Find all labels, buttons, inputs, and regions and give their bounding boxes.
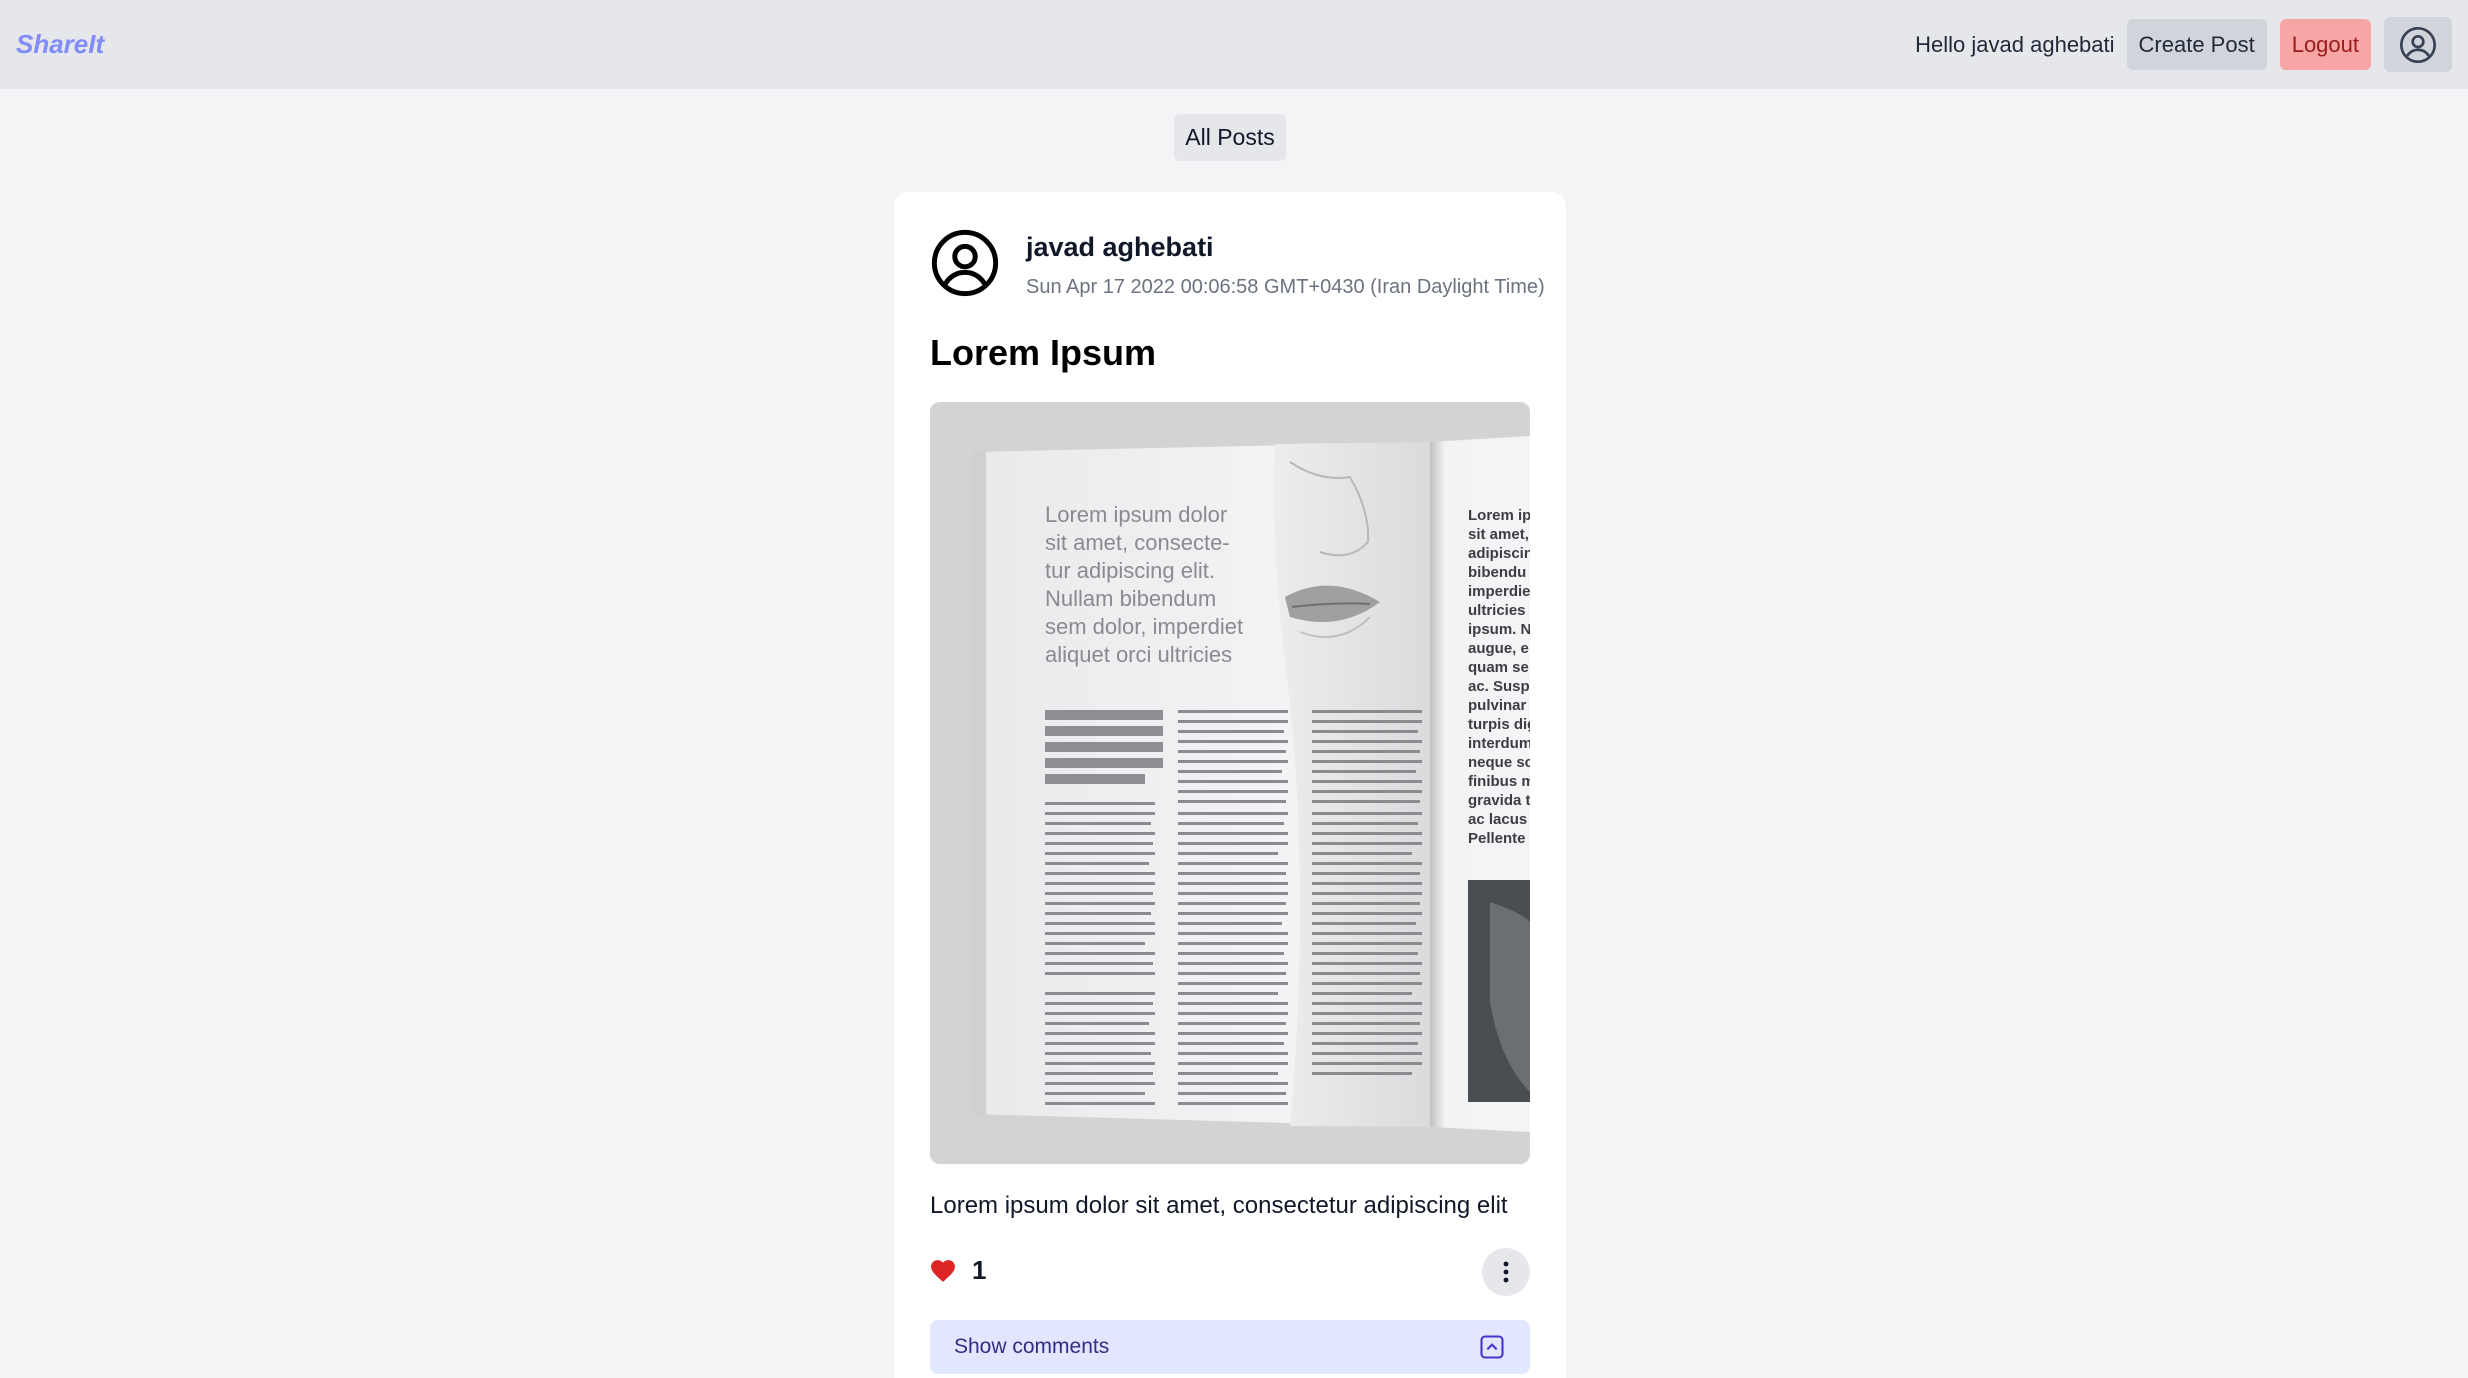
logout-button[interactable]: Logout [2279, 19, 2371, 70]
post-title: Lorem Ipsum [930, 332, 1157, 373]
magazine-illustration: Lorem ipsum dolor sit amet, consecte- tu… [930, 402, 1530, 1164]
right-column-line: finibus m [1468, 773, 1530, 790]
right-column-line: gravida t [1468, 792, 1530, 809]
author-avatar-icon [931, 229, 999, 297]
show-comments-toggle[interactable]: Show comments [930, 1320, 1530, 1374]
kebab-menu-icon [1503, 1261, 1509, 1283]
right-column-line: adipiscin [1468, 545, 1530, 562]
right-column-line: ac. Susp [1468, 678, 1530, 695]
user-circle-icon [2400, 26, 2436, 63]
right-column-line: pulvinar [1468, 697, 1527, 714]
right-column-line: ipsum. N [1468, 621, 1530, 638]
headline-line: Lorem ipsum dolor [1045, 502, 1227, 527]
brand-logo[interactable]: ShareIt [16, 29, 104, 60]
right-column-line: Pellente [1468, 830, 1526, 847]
like-section: 1 [930, 1255, 986, 1286]
like-count: 1 [972, 1255, 987, 1285]
user-greeting: Hello javad aghebati [1915, 31, 2115, 57]
top-navbar: ShareIt Hello javad aghebati Create Post… [0, 0, 2468, 89]
post-body: Lorem ipsum dolor sit amet, consectetur … [930, 1192, 1508, 1219]
headline-line: tur adipiscing elit. [1045, 558, 1215, 583]
right-column-line: ac lacus [1468, 811, 1527, 828]
right-column-line: neque sc [1468, 754, 1530, 771]
section-title: All Posts [1174, 114, 1286, 161]
show-comments-label: Show comments [954, 1335, 1110, 1358]
headline-line: sem dolor, imperdiet [1045, 614, 1243, 639]
right-column-line: turpis dig [1468, 716, 1530, 733]
post-timestamp: Sun Apr 17 2022 00:06:58 GMT+0430 (Iran … [1026, 276, 1545, 298]
post-image: Lorem ipsum dolor sit amet, consecte- tu… [930, 402, 1530, 1164]
chevron-up-square-icon [1480, 1335, 1504, 1359]
headline-line: aliquet orci ultricies [1045, 642, 1232, 667]
navbar-actions: Hello javad aghebati Create Post Logout [1915, 17, 2452, 72]
right-column-line: imperdie [1468, 583, 1530, 600]
right-column-line: ultricies [1468, 602, 1526, 619]
right-column-line: interdum [1468, 735, 1530, 752]
headline-line: sit amet, consecte- [1045, 530, 1230, 555]
profile-button[interactable] [2384, 17, 2452, 72]
heart-icon[interactable] [930, 1259, 956, 1283]
right-column-line: Lorem ip [1468, 507, 1530, 524]
post-card: javad aghebati Sun Apr 17 2022 00:06:58 … [894, 192, 1566, 1378]
post-author[interactable]: javad aghebati [1026, 232, 1214, 263]
right-column-line: augue, e [1468, 640, 1529, 657]
right-column-line: quam se [1468, 659, 1529, 676]
right-column-line: bibendu [1468, 564, 1526, 581]
create-post-button[interactable]: Create Post [2126, 19, 2267, 70]
right-column-line: sit amet, [1468, 526, 1529, 543]
headline-line: Nullam bibendum [1045, 586, 1216, 611]
post-options-button[interactable] [1482, 1248, 1530, 1296]
